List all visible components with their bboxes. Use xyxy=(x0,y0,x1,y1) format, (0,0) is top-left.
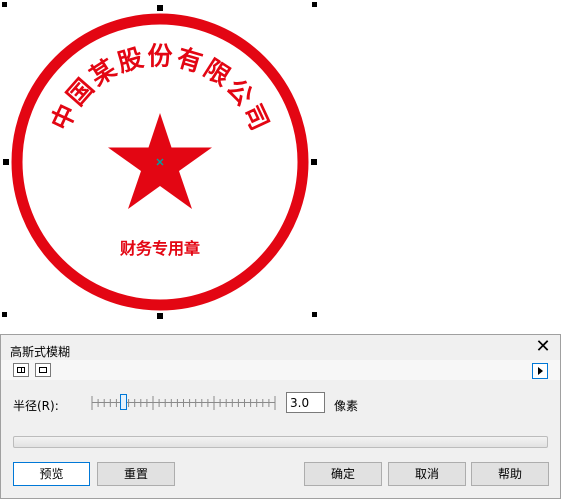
dialog-title: 高斯式模糊 xyxy=(10,345,71,359)
radius-slider-thumb[interactable] xyxy=(120,394,128,410)
selection-handle-top-left[interactable] xyxy=(2,2,10,10)
radius-label: 半径(R): xyxy=(13,399,59,413)
ok-button[interactable]: 确定 xyxy=(304,462,382,486)
play-icon[interactable] xyxy=(532,363,548,379)
canvas[interactable]: 中国某股份有限公司 财务专用章 xyxy=(0,0,563,330)
progress-bar xyxy=(13,436,548,448)
cancel-button[interactable]: 取消 xyxy=(388,462,466,486)
help-button[interactable]: 帮助 xyxy=(471,462,549,486)
company-name-char: 份 xyxy=(147,42,172,71)
slider-ticks xyxy=(91,396,276,410)
preview-button[interactable]: 预览 xyxy=(13,462,90,486)
selection-handle-left[interactable] xyxy=(3,159,9,165)
company-name-char: 有 xyxy=(174,43,206,78)
radius-slider[interactable] xyxy=(90,391,277,415)
radius-input[interactable] xyxy=(286,392,325,413)
selection-handle-bottom-left[interactable] xyxy=(2,309,10,317)
split-preview-icon[interactable] xyxy=(13,363,29,377)
selection-handle-bottom-right[interactable] xyxy=(309,309,317,317)
company-name-char: 股 xyxy=(114,43,146,78)
department-text: 财务专用章 xyxy=(119,239,200,258)
selection-handle-bottom[interactable] xyxy=(157,313,163,319)
radius-unit-label: 像素 xyxy=(334,399,359,413)
selection-handle-top[interactable] xyxy=(157,5,163,11)
reset-button[interactable]: 重置 xyxy=(97,462,175,486)
selection-handle-right[interactable] xyxy=(311,159,317,165)
seal[interactable]: 中国某股份有限公司 财务专用章 xyxy=(0,0,563,330)
close-icon[interactable]: ✕ xyxy=(534,338,552,356)
gaussian-blur-dialog: 高斯式模糊 ✕ 半径(R): 像素 预览 重置 确定 取消 帮助 xyxy=(0,334,561,499)
preview-mode-toolbar xyxy=(1,360,560,380)
single-preview-icon[interactable] xyxy=(35,363,51,377)
selection-handle-top-right[interactable] xyxy=(309,2,317,10)
